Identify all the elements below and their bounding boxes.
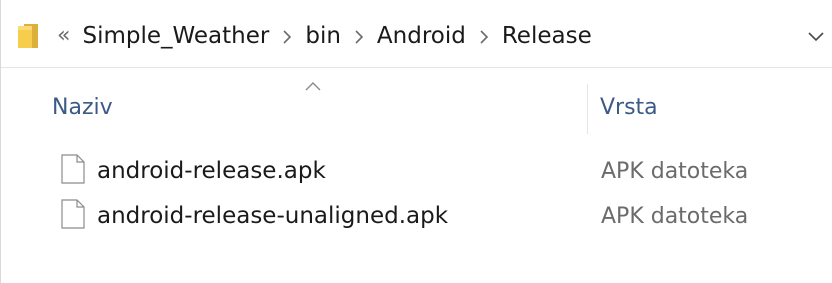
file-row[interactable]: android-release.apk APK datoteka [51, 151, 821, 193]
file-icon [61, 199, 85, 229]
sort-ascending-icon [305, 82, 321, 91]
address-bar[interactable]: « Simple_Weather bin Android Release [1, 0, 832, 68]
column-header-name[interactable]: Naziv [52, 95, 113, 120]
file-type: APK datoteka [601, 159, 749, 184]
file-name[interactable]: android-release.apk [97, 158, 326, 184]
chevron-right-icon[interactable] [341, 23, 377, 49]
breadcrumb-item-android[interactable]: Android [377, 23, 466, 49]
chevron-right-icon[interactable] [466, 23, 502, 49]
folder-icon [18, 24, 38, 48]
file-icon [61, 154, 85, 184]
file-explorer-window: « Simple_Weather bin Android Release Naz… [0, 0, 832, 283]
file-row[interactable]: android-release-unaligned.apk APK datote… [51, 196, 821, 238]
chevron-right-icon[interactable] [269, 23, 305, 49]
file-name[interactable]: android-release-unaligned.apk [97, 203, 448, 229]
breadcrumb-item-release[interactable]: Release [502, 23, 592, 49]
column-divider[interactable] [587, 84, 588, 134]
breadcrumb-item-bin[interactable]: bin [305, 23, 341, 49]
breadcrumb: « Simple_Weather bin Android Release [57, 21, 592, 51]
chevron-down-icon[interactable] [806, 26, 826, 46]
breadcrumb-item-simple-weather[interactable]: Simple_Weather [82, 23, 269, 49]
breadcrumb-overflow-button[interactable]: « [57, 25, 70, 47]
column-header-type[interactable]: Vrsta [600, 95, 658, 120]
file-type: APK datoteka [601, 204, 749, 229]
